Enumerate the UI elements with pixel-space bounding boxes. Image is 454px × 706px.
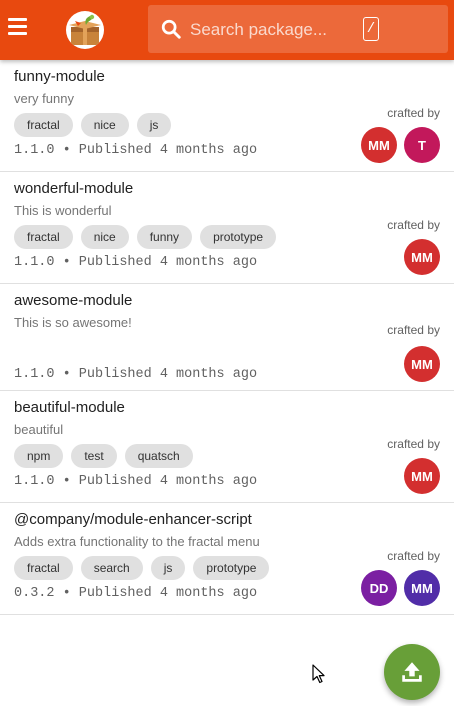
tag-chip[interactable]: js: [136, 113, 172, 137]
crafted-by-label: crafted by: [387, 218, 440, 232]
tag-chip[interactable]: prototype: [200, 225, 277, 249]
package-list-item[interactable]: @company/module-enhancer-script Adds extr…: [0, 503, 454, 615]
package-description: This is wonderful: [14, 203, 112, 218]
upload-icon: [402, 662, 422, 682]
package-version-published: 1.1.0 • Published 4 months ago: [14, 255, 258, 270]
package-name[interactable]: beautiful-module: [14, 398, 440, 418]
package-name[interactable]: @company/module-enhancer-script: [14, 510, 440, 530]
tag-chip[interactable]: fractal: [14, 225, 73, 249]
package-name[interactable]: funny-module: [14, 67, 440, 87]
tag-chip[interactable]: search: [80, 556, 143, 580]
package-description: very funny: [14, 91, 74, 106]
tag-chip[interactable]: funny: [136, 225, 193, 249]
crafted-by-label: crafted by: [387, 106, 440, 120]
package-box-logo[interactable]: [66, 11, 104, 49]
search-shortcut-hint: /: [363, 17, 379, 41]
crafted-by-label: crafted by: [387, 323, 440, 337]
package-tags: npm test quatsch: [14, 444, 440, 468]
author-avatar[interactable]: T: [404, 127, 440, 163]
package-list-item[interactable]: beautiful-module beautiful npm test quatsch 1…: [0, 391, 454, 503]
upload-button[interactable]: [384, 644, 440, 700]
tag-chip[interactable]: test: [71, 444, 117, 468]
package-tags: [14, 337, 440, 361]
author-avatars: MM: [404, 346, 440, 382]
tag-chip[interactable]: nice: [80, 225, 129, 249]
author-avatar[interactable]: MM: [361, 127, 397, 163]
mouse-cursor-icon: [312, 664, 325, 684]
tag-chip[interactable]: quatsch: [124, 444, 193, 468]
author-avatar[interactable]: MM: [404, 239, 440, 275]
author-avatars: MM: [404, 239, 440, 275]
search-icon: [161, 19, 181, 39]
author-avatars: MM T: [361, 127, 440, 163]
package-version-published: 1.1.0 • Published 4 months ago: [14, 367, 258, 382]
author-avatars: DD MM: [361, 570, 440, 606]
tag-chip[interactable]: fractal: [14, 113, 73, 137]
package-description: Adds extra functionality to the fractal …: [14, 534, 260, 549]
author-avatars: MM: [404, 458, 440, 494]
tag-chip[interactable]: prototype: [193, 556, 270, 580]
package-tags: fractal nice funny prototype: [14, 225, 440, 249]
menu-icon[interactable]: [8, 18, 28, 40]
crafted-by-label: crafted by: [387, 549, 440, 563]
author-avatar[interactable]: MM: [404, 346, 440, 382]
package-name[interactable]: awesome-module: [14, 291, 440, 311]
author-avatar[interactable]: DD: [361, 570, 397, 606]
package-list-item[interactable]: wonderful-module This is wonderful fractal…: [0, 172, 454, 284]
package-list: funny-module very funny fractal nice js 1.1.0…: [0, 60, 454, 615]
search-bar: /: [148, 5, 448, 53]
author-avatar[interactable]: MM: [404, 570, 440, 606]
package-description: beautiful: [14, 422, 64, 437]
tag-chip[interactable]: fractal: [14, 556, 73, 580]
tag-chip[interactable]: nice: [80, 113, 129, 137]
package-list-item[interactable]: awesome-module This is so awesome! 1.1.0 •…: [0, 284, 454, 391]
app-bar: /: [0, 0, 454, 60]
package-name[interactable]: wonderful-module: [14, 179, 440, 199]
tag-chip[interactable]: js: [150, 556, 186, 580]
package-description: This is so awesome!: [14, 315, 132, 330]
package-version-published: 1.1.0 • Published 4 months ago: [14, 474, 258, 489]
author-avatar[interactable]: MM: [404, 458, 440, 494]
package-list-item[interactable]: funny-module very funny fractal nice js 1.1.0…: [0, 60, 454, 172]
tag-chip[interactable]: npm: [14, 444, 64, 468]
crafted-by-label: crafted by: [387, 437, 440, 451]
